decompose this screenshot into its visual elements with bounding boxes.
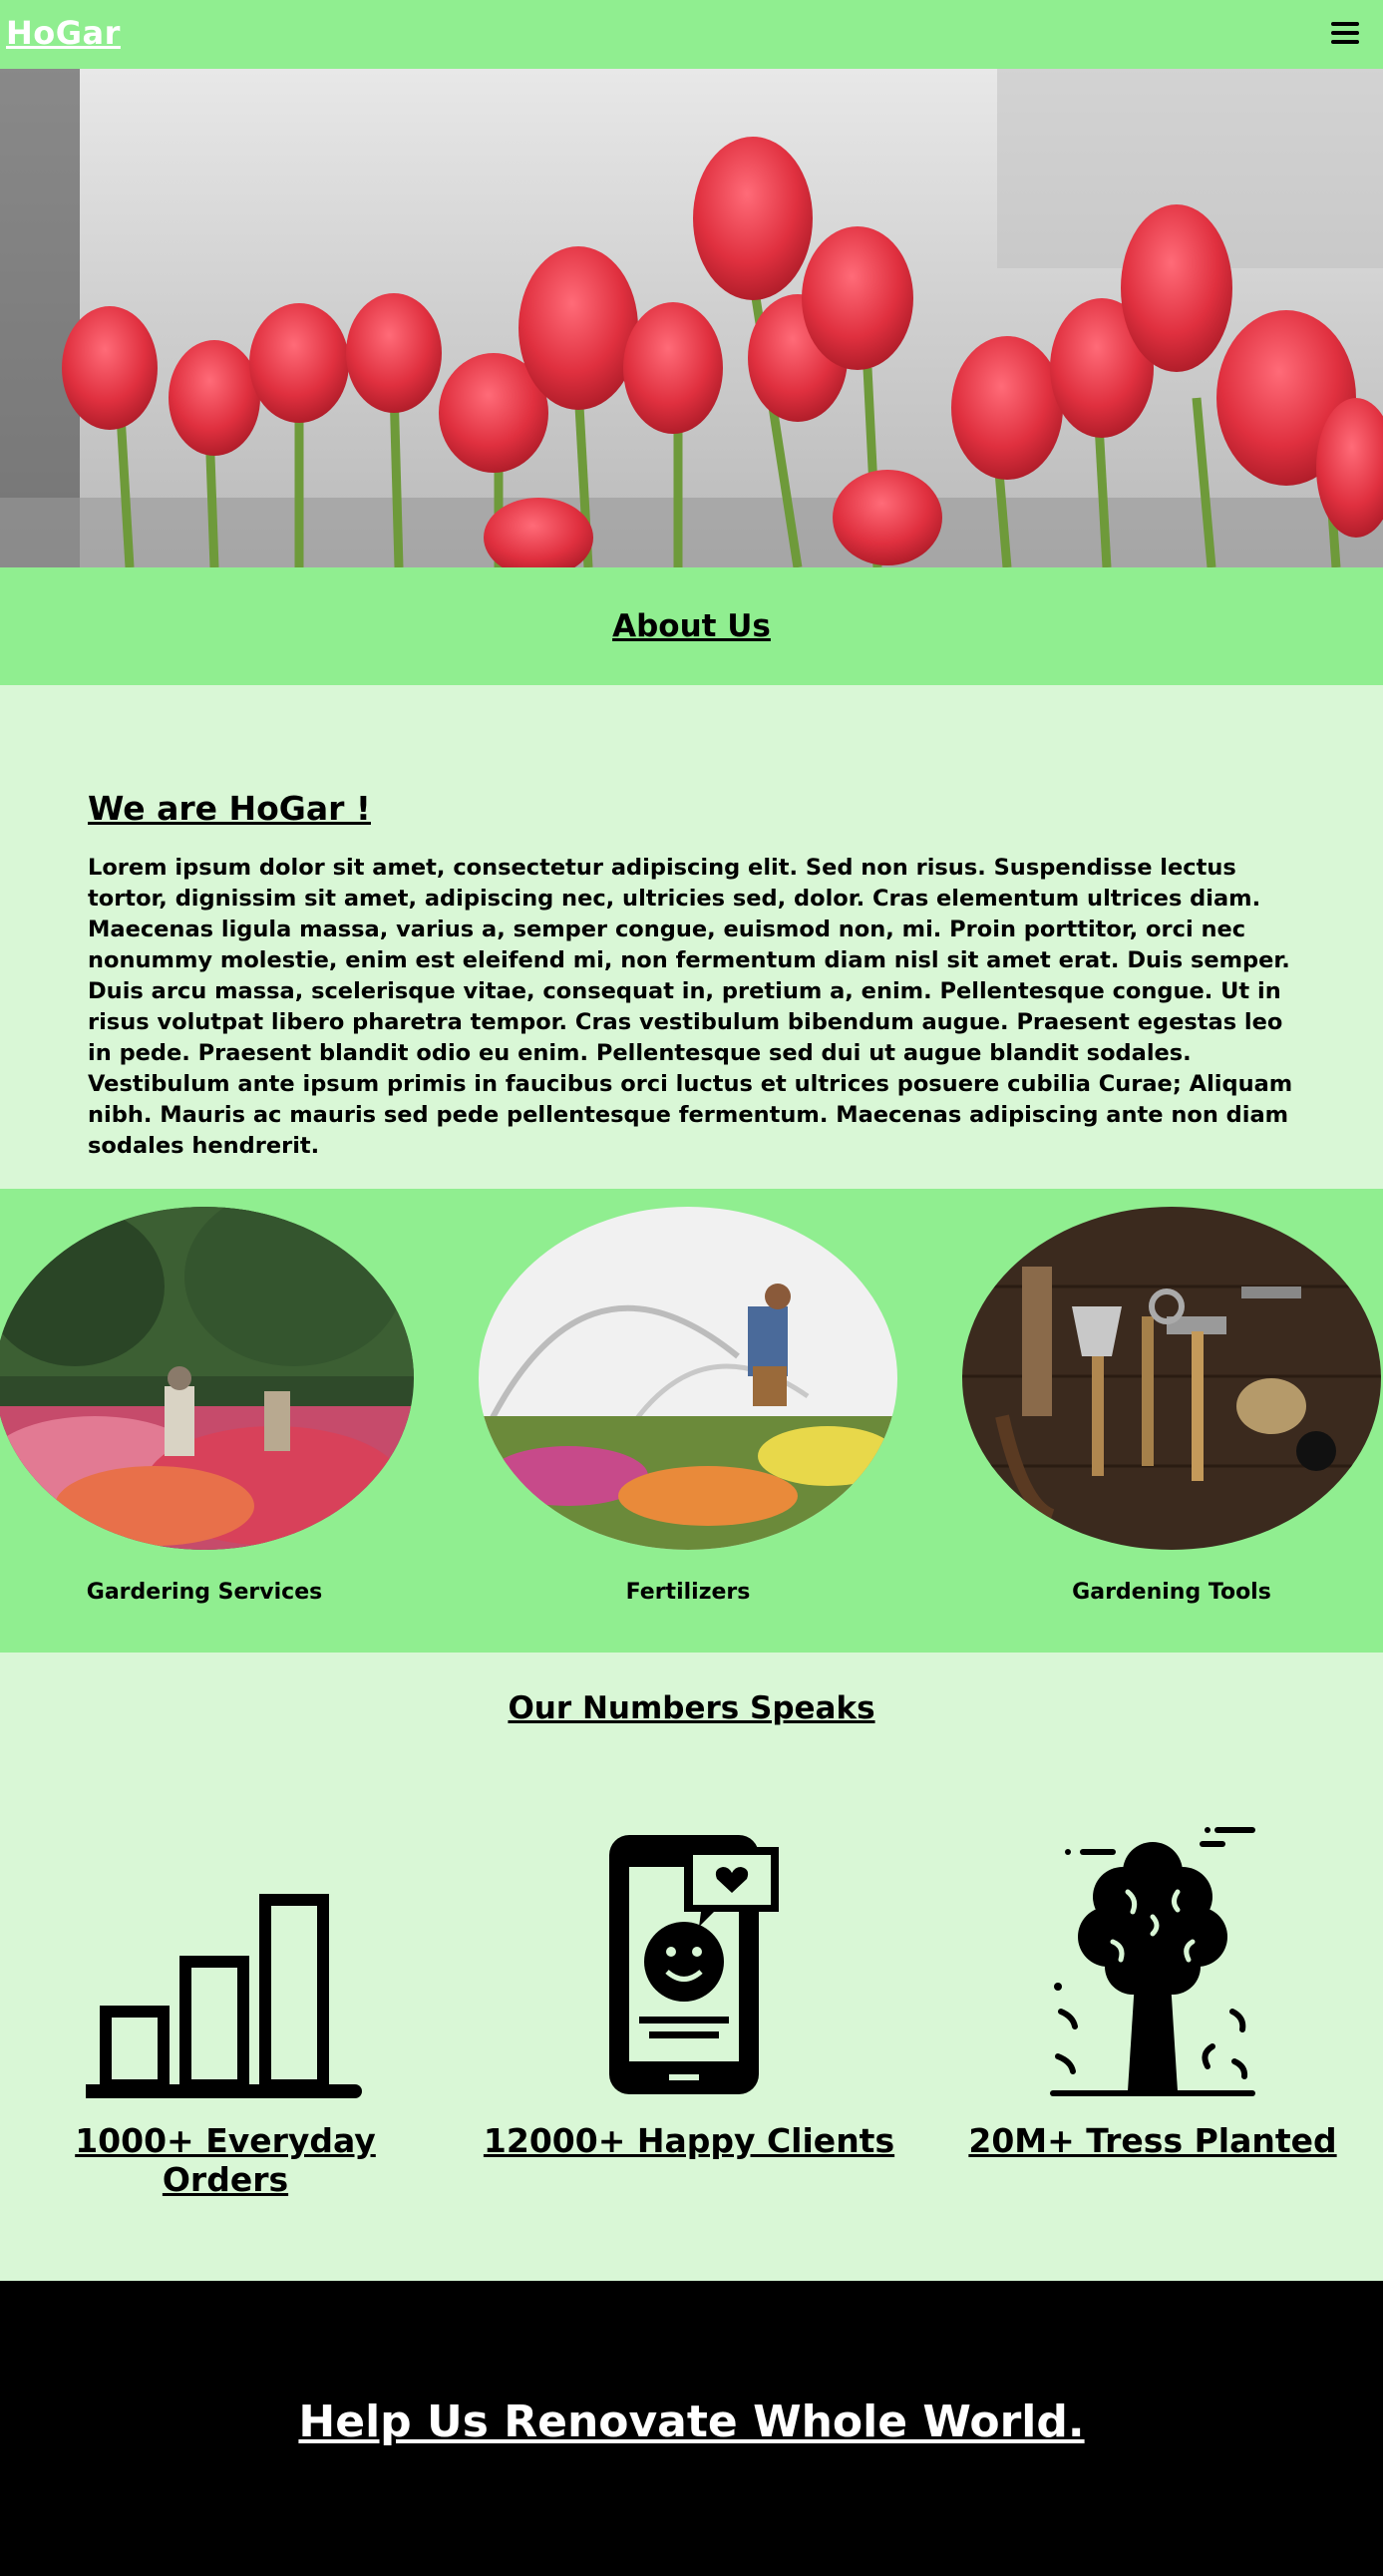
footer-title[interactable]: Help Us Renovate Whole World. [0, 2396, 1383, 2447]
about-title: About Us [612, 608, 771, 644]
stat-value: 1000+ Everyday Orders [75, 2121, 376, 2199]
footer: Help Us Renovate Whole World. [0, 2281, 1383, 2576]
gardening-tools-image [962, 1207, 1381, 1550]
smartphone-smiley-icon [480, 1812, 898, 2101]
service-card-gardening-tools[interactable]: Gardening Tools [962, 1207, 1381, 1605]
about-section: We are HoGar ! Lorem ipsum dolor sit ame… [0, 685, 1383, 1189]
service-card-gardening-services[interactable]: Gardering Services [0, 1207, 414, 1605]
brand-logo-link[interactable]: HoGar [6, 14, 121, 52]
hero-image [0, 69, 1383, 567]
service-label: Gardening Tools [1072, 1580, 1271, 1605]
service-label: Gardering Services [86, 1580, 323, 1605]
services-section: Gardering Services Fertilizers Gardening… [0, 1189, 1383, 1653]
stat-value: 12000+ Happy Clients [483, 2121, 895, 2160]
about-paragraph: Lorem ipsum dolor sit amet, consectetur … [88, 855, 1293, 1159]
numbers-title: Our Numbers Speaks [508, 1690, 875, 1726]
fertilizers-image [479, 1207, 897, 1550]
about-header-bar: About Us [0, 567, 1383, 685]
stat-everyday-orders: 1000+ Everyday Orders [16, 1812, 435, 2199]
about-heading: We are HoGar ! [88, 789, 371, 828]
stat-value: 20M+ Tress Planted [968, 2121, 1337, 2160]
hamburger-menu-icon[interactable] [1331, 22, 1359, 44]
service-label: Fertilizers [625, 1580, 751, 1605]
stat-happy-clients: 12000+ Happy Clients [480, 1812, 898, 2160]
navbar: HoGar [0, 0, 1383, 69]
bar-chart-icon [16, 1812, 435, 2101]
gardening-services-image [0, 1207, 414, 1550]
stat-trees-planted: 20M+ Tress Planted [943, 1812, 1362, 2160]
tree-icon [943, 1812, 1362, 2101]
service-card-fertilizers[interactable]: Fertilizers [479, 1207, 897, 1605]
numbers-section: Our Numbers Speaks 1000+ Everyday Orders [0, 1653, 1383, 2281]
